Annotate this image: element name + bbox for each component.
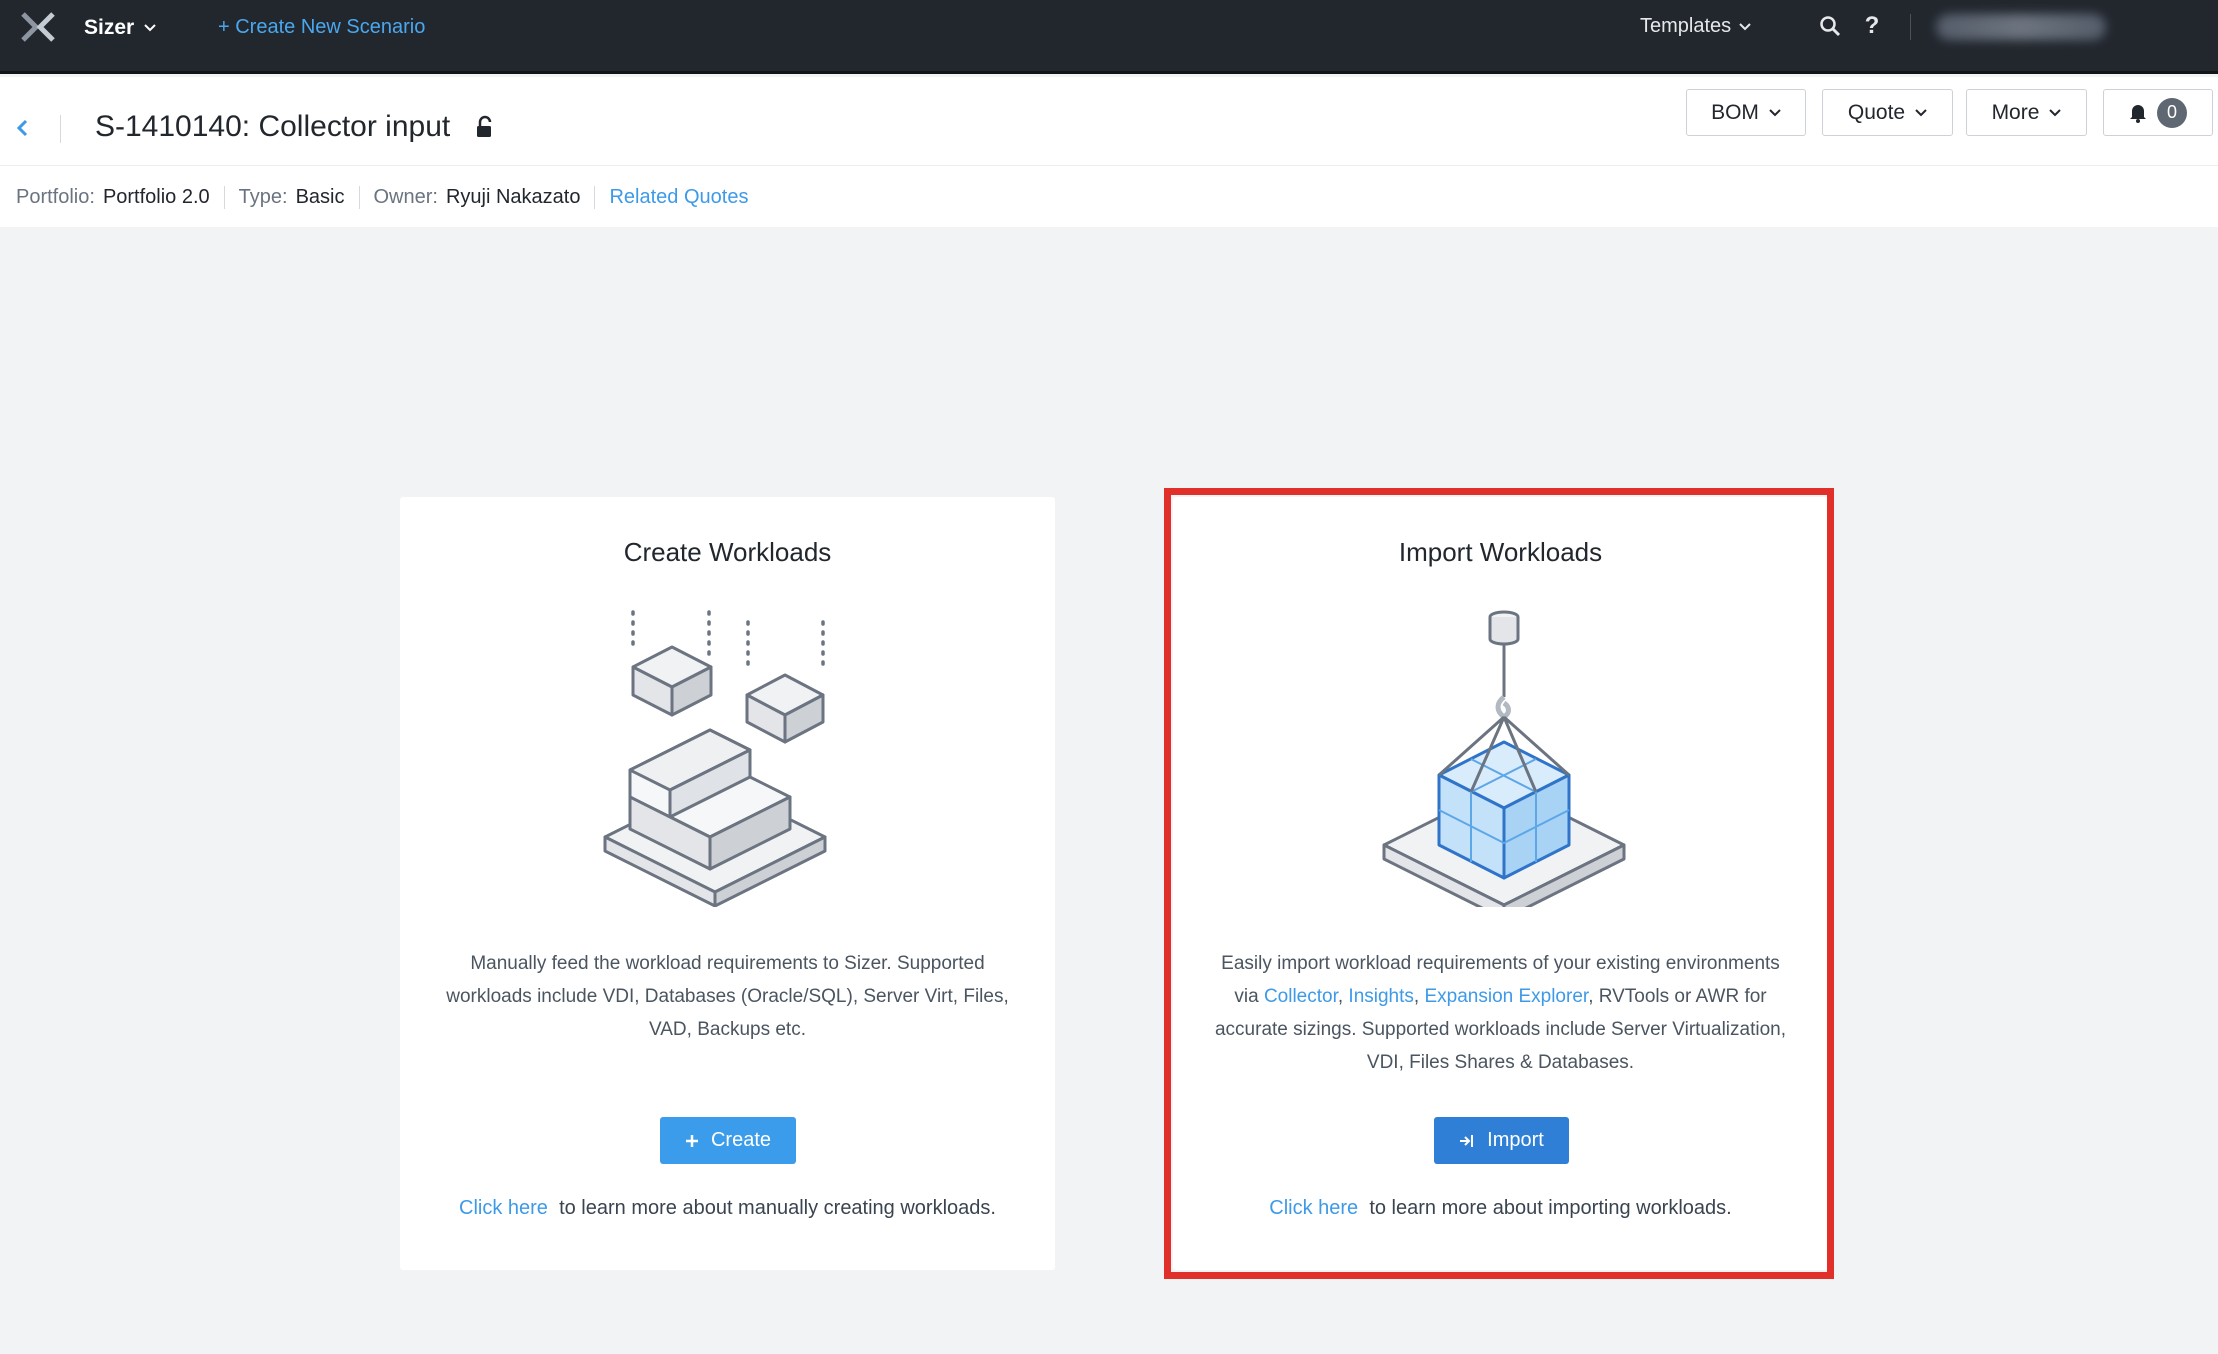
templates-menu[interactable]: Templates <box>1640 15 1751 38</box>
notifications-button[interactable]: 0 <box>2103 89 2213 136</box>
owner-label: Owner: <box>373 186 438 208</box>
bom-label: BOM <box>1711 100 1759 124</box>
chevron-down-icon <box>1769 108 1781 116</box>
import-card-highlight <box>1164 488 1834 1279</box>
back-arrow-icon[interactable] <box>12 117 34 139</box>
search-icon[interactable] <box>1818 14 1842 38</box>
top-nav: Sizer + Create New Scenario Templates ? <box>0 0 2218 74</box>
page-title: S-1410140: Collector input <box>95 110 451 143</box>
nav-divider <box>1910 14 1911 40</box>
unlock-icon[interactable] <box>474 115 496 139</box>
create-button[interactable]: Create <box>660 1117 796 1164</box>
help-icon[interactable]: ? <box>1860 14 1884 38</box>
type-value: Basic <box>295 186 345 208</box>
meta-owner: Owner: Ryuji Nakazato <box>374 186 596 209</box>
portfolio-value: Portfolio 2.0 <box>102 186 210 208</box>
create-workloads-card: Create Workloads Manually feed the workl… <box>400 497 1055 1270</box>
chevron-down-icon <box>2049 108 2062 116</box>
templates-label: Templates <box>1640 15 1732 37</box>
meta-portfolio: Portfolio: Portfolio 2.0 <box>16 186 225 209</box>
related-quotes-link[interactable]: Related Quotes <box>609 186 748 209</box>
create-card-description: Manually feed the workload requirements … <box>446 953 1009 1040</box>
bell-icon <box>2130 104 2146 123</box>
create-learn-text: to learn more about manually creating wo… <box>559 1197 996 1219</box>
scenario-meta: Portfolio: Portfolio 2.0 Type: Basic Own… <box>16 186 748 209</box>
plus-icon <box>685 1134 698 1147</box>
create-new-scenario-link[interactable]: + Create New Scenario <box>218 16 425 39</box>
scenario-header: S-1410140: Collector input BOM Quote Mor… <box>0 77 2218 227</box>
create-card-title: Create Workloads <box>623 537 832 567</box>
owner-value: Ryuji Nakazato <box>445 186 581 208</box>
chevron-down-icon <box>144 24 156 32</box>
chevron-down-icon <box>1739 22 1751 30</box>
more-label: More <box>1991 100 2040 124</box>
portfolio-label: Portfolio: <box>16 186 95 208</box>
create-click-here-link[interactable]: Click here <box>459 1197 548 1219</box>
nutanix-logo-icon[interactable] <box>20 12 56 42</box>
more-button[interactable]: More <box>1966 89 2087 136</box>
quote-label: Quote <box>1847 100 1906 124</box>
app-name: Sizer <box>84 16 135 39</box>
header-divider <box>60 115 61 143</box>
create-button-label: Create <box>710 1129 772 1151</box>
chevron-down-icon <box>1915 108 1927 116</box>
type-label: Type: <box>238 186 288 208</box>
create-learn-more: Click here to learn more about manually … <box>400 1197 1055 1220</box>
user-menu[interactable] <box>1936 14 2106 40</box>
notification-count-badge: 0 <box>2157 97 2187 128</box>
bom-button[interactable]: BOM <box>1686 89 1806 136</box>
header-top-row: S-1410140: Collector input BOM Quote Mor… <box>0 77 2218 166</box>
create-workloads-illustration-icon <box>603 610 827 907</box>
quote-button[interactable]: Quote <box>1822 89 1953 136</box>
meta-type: Type: Basic <box>239 186 360 209</box>
app-switcher[interactable]: Sizer <box>84 16 156 40</box>
